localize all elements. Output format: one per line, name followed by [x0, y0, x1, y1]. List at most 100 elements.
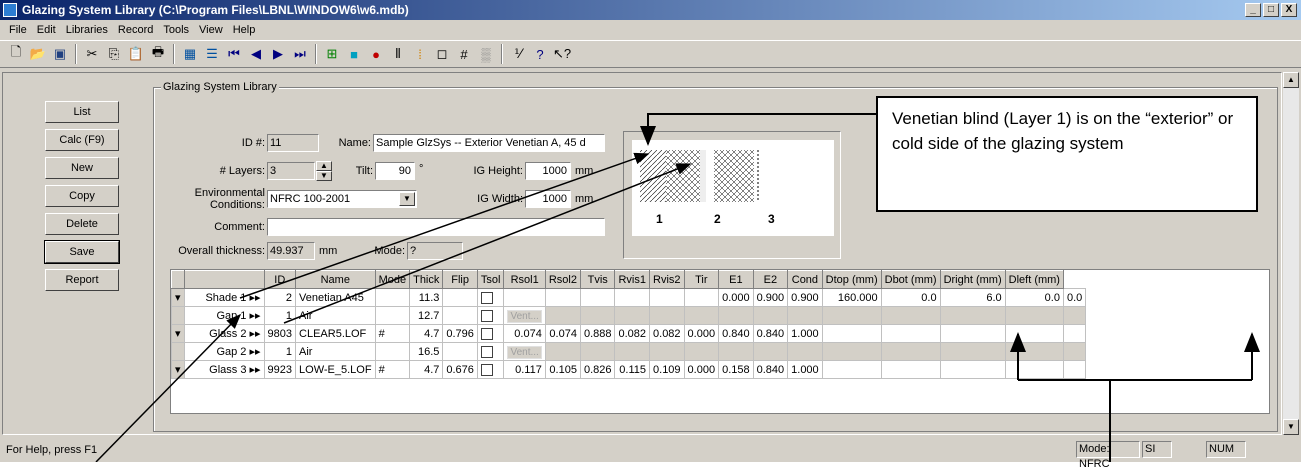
table-cell[interactable] [718, 306, 754, 325]
table-cell[interactable]: 0.115 [614, 360, 651, 379]
table-cell[interactable]: LOW-E_5.LOF [295, 360, 376, 379]
table-cell[interactable] [1004, 360, 1064, 379]
row-selector-icon[interactable]: ▾ [171, 324, 185, 343]
table-cell[interactable]: 0.000 [683, 360, 720, 379]
table-cell[interactable]: 0.0 [1004, 288, 1064, 307]
table-cell[interactable]: 0.840 [752, 360, 789, 379]
table-cell[interactable] [939, 342, 1006, 361]
column-header[interactable]: Rsol1 [503, 270, 546, 289]
table-cell[interactable]: 1 [263, 306, 297, 325]
table-cell[interactable]: Air [295, 342, 376, 361]
report-button[interactable]: Report [45, 269, 119, 291]
column-header[interactable]: Flip [442, 270, 478, 289]
list-button[interactable]: List [45, 101, 119, 123]
table-cell[interactable] [579, 342, 616, 361]
table-cell[interactable] [649, 288, 685, 307]
table-cell[interactable] [374, 306, 411, 325]
table-cell[interactable]: Vent... [503, 306, 546, 325]
table-cell[interactable]: 4.7 [409, 360, 444, 379]
menu-tools[interactable]: Tools [158, 24, 194, 36]
igw-field[interactable]: 1000 [525, 190, 571, 208]
table-cell[interactable] [1062, 360, 1087, 379]
table-cell[interactable] [787, 342, 823, 361]
table-cell[interactable]: 9803 [263, 324, 297, 343]
table-cell[interactable]: 0.888 [579, 324, 616, 343]
table-cell[interactable] [939, 324, 1006, 343]
scroll-down-icon[interactable]: ▼ [1283, 419, 1299, 435]
pattern-icon[interactable]: ▒ [476, 44, 496, 64]
scroll-up-icon[interactable]: ▲ [1283, 72, 1299, 88]
column-header[interactable]: Name [295, 270, 376, 289]
column-header[interactable]: Dright (mm) [939, 270, 1006, 289]
column-header[interactable]: ID [263, 270, 297, 289]
table-cell[interactable] [880, 324, 941, 343]
table-cell[interactable] [880, 306, 941, 325]
name-field[interactable]: Sample GlzSys -- Exterior Venetian A, 45… [373, 134, 605, 152]
table-cell[interactable] [503, 288, 546, 307]
column-header[interactable]: Tir [683, 270, 720, 289]
column-header[interactable]: Rvis2 [649, 270, 685, 289]
minimize-button[interactable]: _ [1245, 3, 1261, 17]
table-cell[interactable] [579, 288, 616, 307]
column-header[interactable]: E2 [752, 270, 789, 289]
table-cell[interactable]: 0.074 [503, 324, 546, 343]
column-header[interactable]: E1 [718, 270, 754, 289]
copy-button[interactable]: Copy [45, 185, 119, 207]
close-button[interactable]: X [1281, 3, 1297, 17]
table-cell[interactable] [442, 342, 478, 361]
column-header[interactable] [183, 270, 265, 289]
tilt-field[interactable]: 90 [375, 162, 415, 180]
table-cell[interactable] [1004, 342, 1064, 361]
table-row[interactable]: ▾ Glass 3 ▸▸ 9923 LOW-E_5.LOF #4.7 0.676 0.117… [171, 360, 1087, 379]
table-cell[interactable]: 0.676 [442, 360, 478, 379]
table-cell[interactable] [939, 360, 1006, 379]
table-cell[interactable]: 2 [263, 288, 297, 307]
table-cell[interactable] [1062, 324, 1087, 343]
calc-button[interactable]: Calc (F9) [45, 129, 119, 151]
table-cell[interactable]: 4.7 [409, 324, 444, 343]
table-cell[interactable] [1004, 324, 1064, 343]
table-cell[interactable] [649, 342, 685, 361]
copy-icon[interactable]: ⎘ [104, 44, 124, 64]
table-cell[interactable] [821, 324, 882, 343]
igh-field[interactable]: 1000 [525, 162, 571, 180]
table-cell[interactable]: 0.074 [544, 324, 581, 343]
row-selector-icon[interactable]: ▾ [171, 288, 185, 307]
row-selector-icon[interactable]: ▾ [171, 360, 185, 379]
table-row[interactable]: Gap 2 ▸▸ 1 Air 16.5 Vent... [171, 342, 1087, 361]
table-cell[interactable]: 0.900 [752, 288, 789, 307]
table-cell[interactable]: Venetian A45 [295, 288, 376, 307]
table-cell[interactable]: 16.5 [409, 342, 444, 361]
table-cell[interactable]: 0.000 [683, 324, 720, 343]
menu-libraries[interactable]: Libraries [61, 24, 113, 36]
table-cell[interactable]: 1.000 [787, 360, 823, 379]
table-cell[interactable]: 0.840 [718, 324, 754, 343]
maximize-button[interactable]: □ [1263, 3, 1279, 17]
column-header[interactable]: Tsol [476, 270, 505, 289]
table-cell[interactable]: 0.082 [649, 324, 685, 343]
table-cell[interactable]: 11.3 [409, 288, 444, 307]
column-header[interactable]: Rvis1 [614, 270, 651, 289]
vent-button[interactable]: Vent... [507, 309, 542, 323]
table-cell[interactable] [614, 288, 651, 307]
cut-icon[interactable]: ✂ [82, 44, 102, 64]
table-cell[interactable] [374, 288, 411, 307]
table-cell[interactable]: 0.796 [442, 324, 478, 343]
table-cell[interactable]: 0.109 [649, 360, 685, 379]
table-cell[interactable] [614, 306, 651, 325]
next-icon[interactable]: ▶ [268, 44, 288, 64]
paste-icon[interactable]: 📋 [126, 44, 146, 64]
table-cell[interactable] [544, 288, 581, 307]
table-cell[interactable]: 0.0 [880, 288, 941, 307]
delete-button[interactable]: Delete [45, 213, 119, 235]
table-cell[interactable]: 1 [263, 342, 297, 361]
table-cell[interactable] [649, 306, 685, 325]
table-cell[interactable]: # [374, 324, 411, 343]
column-header[interactable]: Dleft (mm) [1004, 270, 1064, 289]
table-cell[interactable]: 0.117 [503, 360, 546, 379]
table-cell[interactable] [544, 342, 581, 361]
list-icon[interactable]: ☰ [202, 44, 222, 64]
save-icon[interactable]: ▣ [50, 44, 70, 64]
menu-help[interactable]: Help [228, 24, 261, 36]
table-cell[interactable] [442, 306, 478, 325]
